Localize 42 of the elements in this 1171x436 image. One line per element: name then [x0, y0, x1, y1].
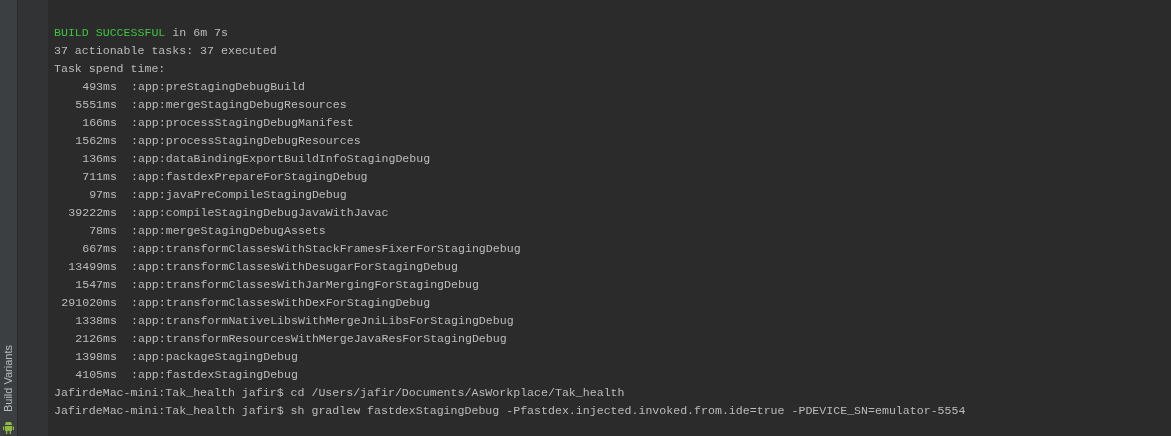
task-name: :app:transformClassesWithDesugarForStagingDebug [131, 259, 458, 275]
task-time: 291020ms [60, 295, 117, 311]
task-time: 39222ms [67, 205, 117, 221]
command-line: JafirdeMac-mini:Tak_health jafir$ sh gradlew fastdexStagingDebug -Pfastdex.injected.invoked.from.ide=true -PDEVICE_SN=emulator-5554 [54, 403, 966, 419]
task-name: :app:transformClassesWithJarMergingForStagingDebug [131, 277, 479, 293]
task-name: :app:compileStagingDebugJavaWithJavac [131, 205, 389, 221]
task-name: :app:transformResourcesWithMergeJavaResForStagingDebug [131, 331, 507, 347]
task-time: 97ms [88, 187, 117, 203]
task-time: 1562ms [74, 133, 117, 149]
task-name: :app:fastdexPrepareForStagingDebug [131, 169, 368, 185]
task-name: :app:dataBindingExportBuildInfoStagingDebug [131, 151, 431, 167]
task-name: :app:packageStagingDebug [131, 349, 298, 365]
task-name: :app:javaPreCompileStagingDebug [131, 187, 347, 203]
task-time: 166ms [81, 115, 117, 131]
console-line: 37 actionable tasks: 37 executed [54, 43, 277, 59]
task-name: :app:transformClassesWithDexForStagingDebug [131, 295, 431, 311]
task-time: 78ms [88, 223, 117, 239]
task-time: 1398ms [74, 349, 117, 365]
build-variants-tab[interactable]: Build Variants [3, 344, 14, 412]
command-line: JafirdeMac-mini:Tak_health jafir$ cd /Users/jafir/Documents/AsWorkplace/Tak_health [54, 385, 625, 401]
task-time: 1547ms [74, 277, 117, 293]
task-name: :app:transformNativeLibsWithMergeJniLibsForStagingDebug [131, 313, 514, 329]
task-time: 13499ms [67, 259, 117, 275]
task-name: :app:processStagingDebugManifest [131, 115, 354, 131]
task-time: 2126ms [74, 331, 117, 347]
task-name: :app:processStagingDebugResources [131, 133, 361, 149]
task-name: :app:transformClassesWithStackFramesFixerForStagingDebug [131, 241, 521, 257]
task-time: 5551ms [74, 97, 117, 113]
task-time: 1338ms [74, 313, 117, 329]
task-name: :app:fastdexStagingDebug [131, 367, 298, 383]
build-status: BUILD SUCCESSFUL [54, 25, 166, 41]
build-duration: in 6m 7s [172, 25, 228, 41]
task-time: 136ms [81, 151, 117, 167]
task-time: 711ms [81, 169, 117, 185]
task-time: 493ms [81, 79, 117, 95]
android-icon [3, 422, 14, 434]
console-line: Task spend time: [54, 61, 166, 77]
task-time: 4105ms [74, 367, 117, 383]
task-name: :app:preStagingDebugBuild [131, 79, 305, 95]
task-name: :app:mergeStagingDebugAssets [131, 223, 326, 239]
task-name: :app:mergeStagingDebugResources [131, 97, 347, 113]
task-time: 667ms [81, 241, 117, 257]
